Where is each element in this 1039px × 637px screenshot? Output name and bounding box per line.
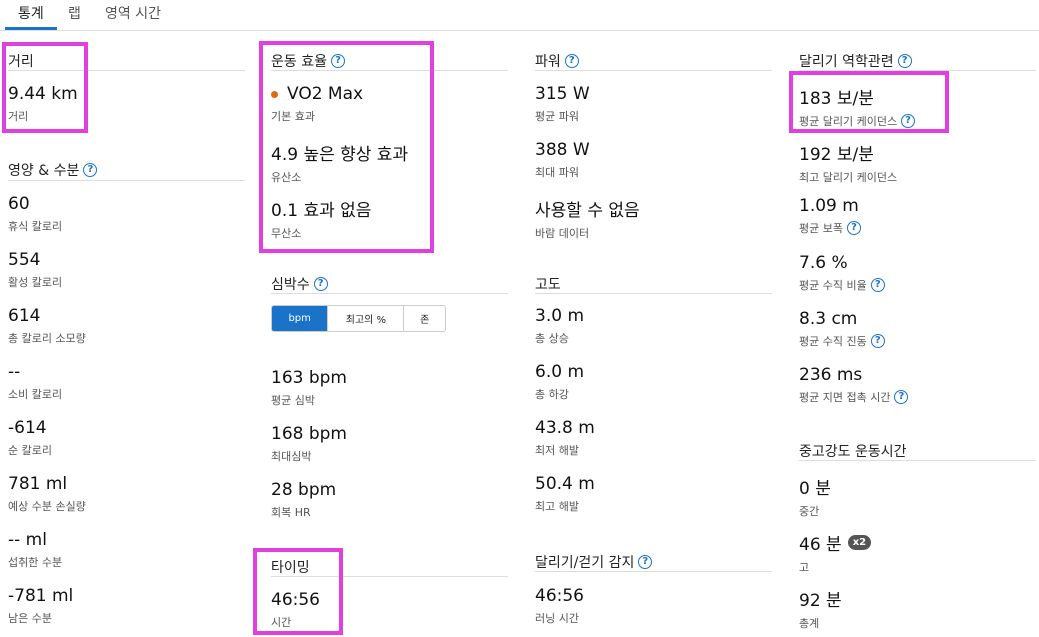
metric-sweat-loss: 781 ml 예상 수분 손실량: [8, 474, 86, 513]
metric-vertical-oscillation: 8.3 cm 평균 수직 진동?: [799, 309, 885, 349]
metric-vigorous: 46 분 x2 고: [799, 530, 872, 575]
help-icon[interactable]: ?: [870, 278, 885, 292]
metric-net-calories: -614 순 칼로리: [8, 418, 52, 457]
help-icon[interactable]: ?: [846, 221, 861, 235]
highlight-box-distance: [2, 42, 88, 133]
running-dynamics-section-title: 달리기 역학관련 ?: [799, 51, 912, 71]
divider: [799, 460, 1036, 461]
metric-max-cadence: 192 보/분 최고 달리기 케이던스: [799, 145, 898, 184]
metric-moderate: 0 분 중간: [799, 479, 831, 518]
toggle-zones[interactable]: 존: [404, 306, 445, 331]
metric-active-calories: 554 활성 칼로리: [8, 250, 63, 289]
metric-recovery-hr: 28 bpm 회복 HR: [271, 480, 337, 519]
metric-vertical-ratio: 7.6 % 평균 수직 비율?: [799, 253, 885, 293]
metric-total-intensity: 92 분 총계: [799, 591, 842, 630]
metric-avg-hr: 163 bpm 평균 심박: [271, 368, 347, 407]
help-icon[interactable]: ?: [894, 390, 909, 404]
multiplier-badge: x2: [847, 535, 872, 550]
divider: [535, 571, 772, 572]
help-icon[interactable]: ?: [564, 54, 579, 68]
metric-stride-length: 1.09 m 평균 보폭?: [799, 196, 861, 236]
heart-rate-section-title: 심박수 ?: [271, 274, 328, 294]
elevation-section-title: 고도: [535, 277, 561, 293]
metric-max-power: 388 W 최대 파워: [535, 140, 590, 179]
metric-max-elevation: 50.4 m 최고 해발: [535, 474, 595, 513]
metric-total-calories: 614 총 칼로리 소모량: [8, 306, 86, 345]
metric-fluid-consumed: -- ml 섭취한 수분: [8, 530, 63, 569]
divider: [535, 70, 772, 71]
toggle-bpm[interactable]: bpm: [272, 306, 329, 331]
metric-fluid-remaining: -781 ml 남은 수분: [8, 586, 74, 625]
tab-bar: 통계 랩 영역 시간: [0, 0, 1039, 31]
power-section-title: 파워 ?: [535, 51, 579, 71]
metric-ground-contact-time: 236 ms 평균 지면 접촉 시간?: [799, 365, 909, 405]
help-icon[interactable]: ?: [870, 334, 885, 348]
help-icon[interactable]: ?: [313, 277, 328, 291]
metric-consumed-calories: -- 소비 칼로리: [8, 362, 63, 401]
metric-avg-power: 315 W 평균 파워: [535, 84, 590, 123]
nutrition-section-title: 영양 & 수분 ?: [8, 160, 98, 180]
help-icon[interactable]: ?: [638, 555, 653, 569]
help-icon[interactable]: ?: [83, 163, 98, 177]
help-icon[interactable]: ?: [897, 54, 912, 68]
tab-laps[interactable]: 랩: [68, 3, 81, 23]
metric-min-elevation: 43.8 m 최저 해발: [535, 418, 595, 457]
divider: [535, 293, 772, 294]
metric-total-ascent: 3.0 m 총 상승: [535, 306, 584, 345]
highlight-box-cadence: [789, 71, 949, 133]
tab-zone-time[interactable]: 영역 시간: [105, 3, 161, 23]
metric-wind-data: 사용할 수 없음 바람 데이터: [535, 201, 640, 240]
active-tab-indicator: [5, 27, 57, 30]
divider: [271, 293, 508, 294]
highlight-box-timing: [253, 548, 343, 635]
metric-rest-calories: 60 휴식 칼로리: [8, 194, 63, 233]
intensity-minutes-section-title: 중고강도 운동시간: [799, 444, 907, 460]
highlight-box-training-effect: [259, 41, 434, 253]
toggle-max-percent[interactable]: 최고의 %: [328, 306, 405, 331]
metric-total-descent: 6.0 m 총 하강: [535, 362, 584, 401]
metric-running-time: 46:56 러닝 시간: [535, 586, 584, 625]
run-walk-section-title: 달리기/걷기 감지 ?: [535, 552, 653, 572]
divider: [8, 180, 245, 181]
heart-rate-unit-toggle: bpm 최고의 % 존: [271, 305, 446, 332]
tab-stats[interactable]: 통계: [18, 3, 44, 23]
metric-max-hr: 168 bpm 최대심박: [271, 424, 347, 463]
